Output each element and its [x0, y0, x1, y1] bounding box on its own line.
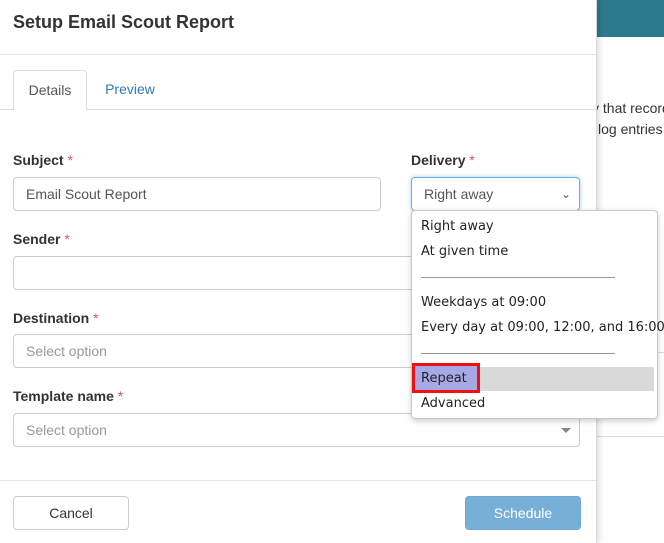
modal-title: Setup Email Scout Report — [13, 12, 235, 32]
template-label: Template name * — [13, 388, 123, 404]
tabs-underline — [0, 109, 596, 110]
subject-value: Email Scout Report — [26, 186, 147, 202]
background-text-line2: log entries — [598, 121, 663, 137]
schedule-button[interactable]: Schedule — [465, 496, 581, 530]
dropdown-option-weekdays[interactable]: Weekdays at 09:00 — [421, 295, 546, 310]
delivery-label-text: Delivery — [411, 152, 466, 168]
dropdown-option-repeat[interactable]: Repeat — [421, 371, 467, 386]
sender-label: Sender * — [13, 231, 70, 247]
delivery-select[interactable]: Right away ⌄ — [411, 177, 580, 211]
subject-label-text: Subject — [13, 152, 64, 168]
subject-label: Subject * — [13, 152, 73, 168]
cancel-button[interactable]: Cancel — [13, 496, 129, 530]
chevron-down-icon: ⌄ — [560, 187, 571, 201]
delivery-value: Right away — [424, 186, 494, 202]
template-label-text: Template name — [13, 388, 114, 404]
subject-input[interactable]: Email Scout Report — [13, 177, 381, 211]
dropdown-option-right-away[interactable]: Right away — [421, 219, 494, 234]
destination-label: Destination * — [13, 310, 99, 326]
sender-label-text: Sender — [13, 231, 61, 247]
required-mark: * — [67, 152, 73, 168]
background-divider — [596, 436, 664, 437]
background-topbar — [596, 0, 664, 37]
template-placeholder: Select option — [26, 422, 107, 438]
required-mark: * — [93, 310, 99, 326]
caret-down-icon — [561, 428, 571, 433]
required-mark: * — [117, 388, 124, 404]
delivery-dropdown: Right away At given time Weekdays at 09:… — [411, 210, 664, 419]
dropdown-option-advanced[interactable]: Advanced — [421, 396, 485, 411]
tab-preview[interactable]: Preview — [94, 70, 166, 110]
footer-divider — [0, 480, 596, 481]
dropdown-separator — [421, 277, 615, 278]
destination-placeholder: Select option — [26, 343, 107, 359]
required-mark: * — [64, 231, 70, 247]
header-divider — [0, 54, 596, 55]
dropdown-separator — [421, 353, 615, 354]
tab-details[interactable]: Details — [13, 70, 87, 110]
required-mark: * — [469, 152, 475, 168]
dropdown-option-every-day[interactable]: Every day at 09:00, 12:00, and 16:00 — [421, 320, 664, 335]
destination-label-text: Destination — [13, 310, 90, 326]
dropdown-option-at-given-time[interactable]: At given time — [421, 244, 508, 259]
background-text-line1: y that record — [592, 100, 664, 116]
active-tab-gap — [14, 109, 86, 110]
delivery-label: Delivery * — [411, 152, 475, 168]
